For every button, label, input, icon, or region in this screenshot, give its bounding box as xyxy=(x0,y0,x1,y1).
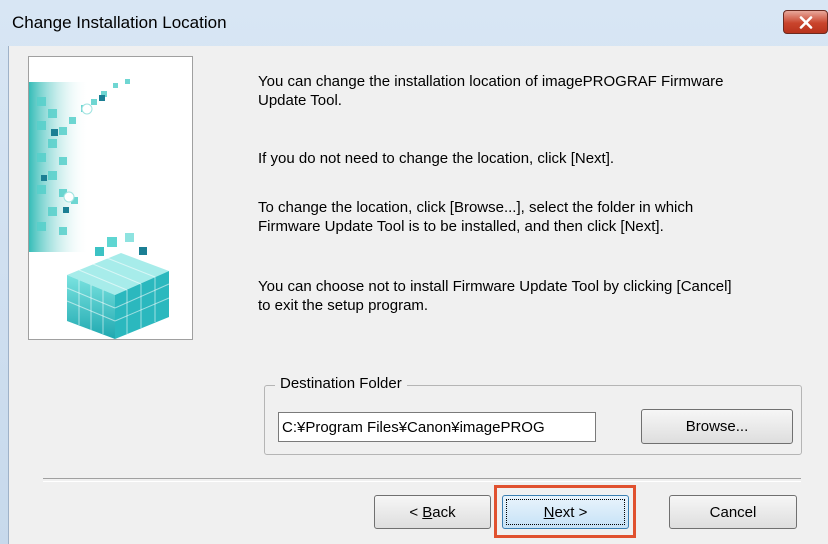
browse-instruction: To change the location, click [Browse...… xyxy=(258,199,694,235)
cancel-button-label: Cancel xyxy=(709,503,757,521)
browse-button[interactable]: Browse... xyxy=(641,409,793,444)
button-separator xyxy=(43,478,801,482)
next-button[interactable]: Next > xyxy=(502,495,629,529)
next-instruction: If you do not need to change the locatio… xyxy=(258,150,615,167)
window-title: Change Installation Location xyxy=(12,13,227,32)
destination-folder-label: Destination Folder xyxy=(275,375,407,392)
dialog-body: You can change the installation location… xyxy=(8,46,828,544)
back-button[interactable]: < Back xyxy=(374,495,491,529)
close-icon xyxy=(799,15,812,29)
close-button[interactable] xyxy=(783,10,828,34)
title-bar: Change Installation Location xyxy=(0,0,828,46)
cancel-instruction: You can choose not to install Firmware U… xyxy=(258,278,732,314)
dialog-window: Change Installation Location You can cha… xyxy=(0,0,828,544)
browse-button-label: Browse... xyxy=(685,418,749,435)
back-button-label: < Back xyxy=(409,503,456,521)
cancel-button[interactable]: Cancel xyxy=(669,495,797,529)
destination-folder-group: Destination Folder Browse... xyxy=(264,375,802,455)
destination-path-field[interactable] xyxy=(278,412,596,442)
focus-ring xyxy=(506,499,625,525)
installer-artwork xyxy=(28,56,193,340)
cube-artwork-icon xyxy=(29,57,192,339)
intro-message: You can change the installation location… xyxy=(258,73,724,109)
